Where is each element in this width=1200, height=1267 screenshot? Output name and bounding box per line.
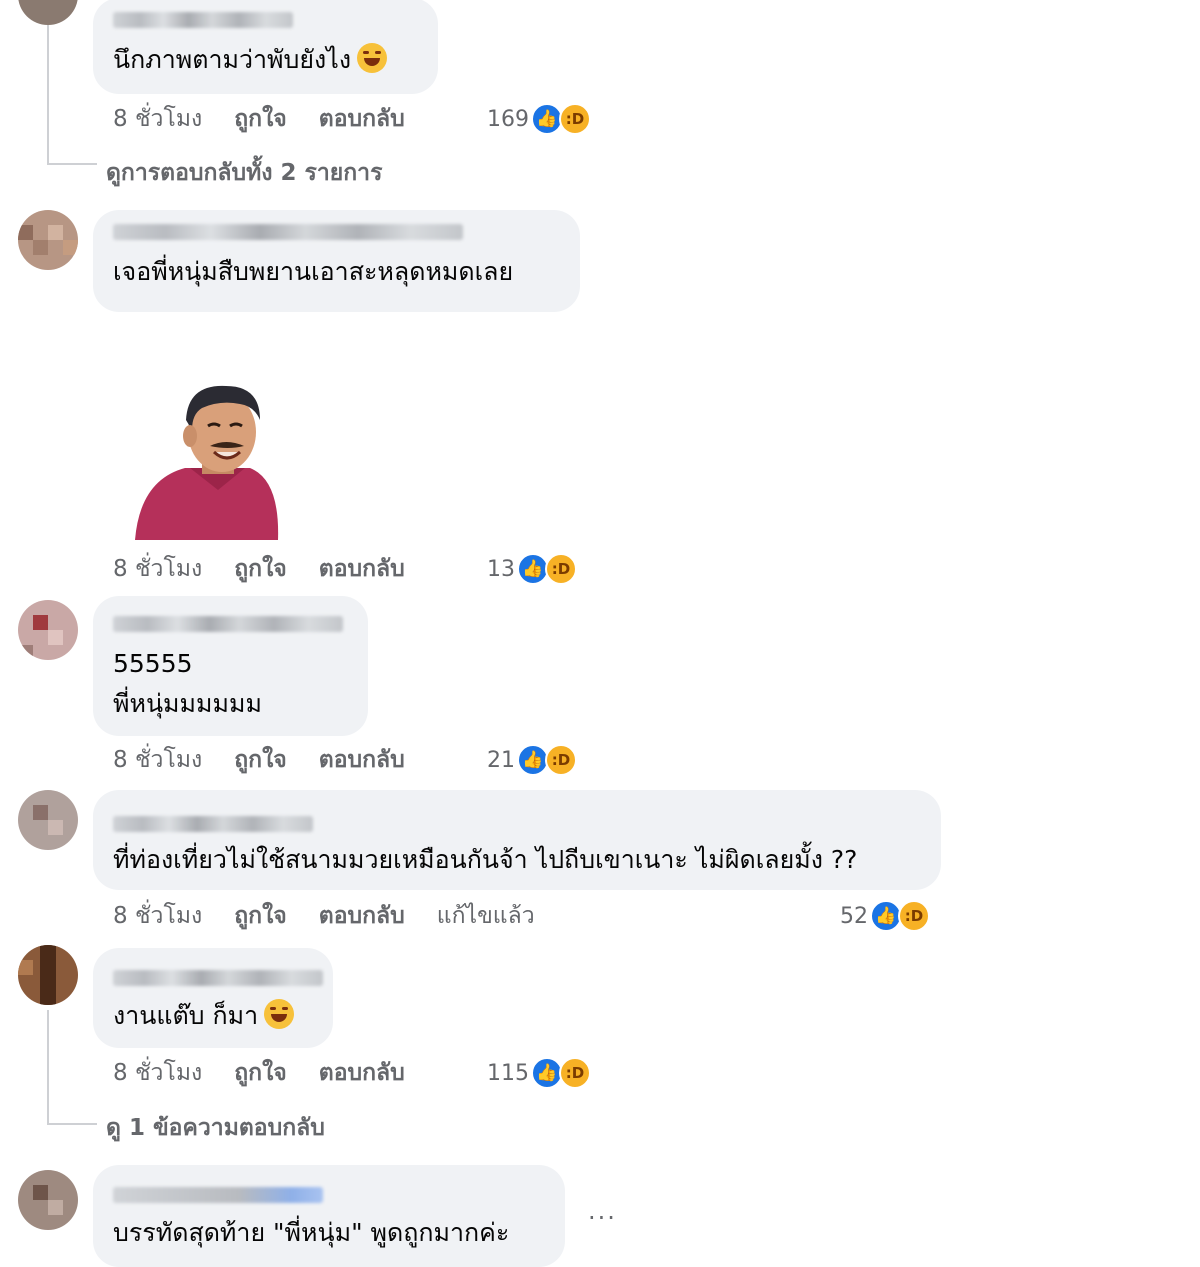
comment-bubble: งานแต๊บ ก็มา — [93, 948, 333, 1048]
comment-text: นึกภาพตามว่าพับยังไง — [113, 45, 352, 74]
commenter-avatar[interactable] — [18, 790, 78, 850]
reaction-summary[interactable]: 21 👍 :D — [487, 742, 577, 778]
sticker-image — [135, 385, 279, 540]
commenter-avatar[interactable] — [18, 0, 78, 25]
timestamp[interactable]: 8 ชั่วโมง — [113, 898, 202, 934]
reply-link[interactable]: ตอบกลับ — [319, 898, 405, 934]
comment-text: เจอพี่หนุ่มสืบพยานเอาสะหลุดหมดเลย — [113, 257, 514, 286]
commenter-avatar[interactable] — [18, 945, 78, 1005]
timestamp[interactable]: 8 ชั่วโมง — [113, 101, 202, 137]
comment-text: บรรทัดสุดท้าย "พี่หนุ่ม" พูดถูกมากค่ะ — [113, 1218, 510, 1247]
thread-connector — [47, 1123, 97, 1125]
comment-actions: 8 ชั่วโมง ถูกใจ ตอบกลับ แก้ไขแล้ว — [113, 898, 567, 934]
laughing-man-sticker[interactable] — [130, 380, 300, 545]
reply-link[interactable]: ตอบกลับ — [319, 101, 405, 137]
comment-text: ที่ท่องเที่ยวไม่ใช้สนามมวยเหมือนกันจ้า ไ… — [113, 845, 858, 874]
comment-actions: 8 ชั่วโมง ถูกใจ ตอบกลับ — [113, 1055, 437, 1091]
timestamp[interactable]: 8 ชั่วโมง — [113, 742, 202, 778]
comment-bubble: ที่ท่องเที่ยวไม่ใช้สนามมวยเหมือนกันจ้า ไ… — [93, 790, 941, 890]
comment-actions: 8 ชั่วโมง ถูกใจ ตอบกลับ — [113, 742, 437, 778]
comment-bubble: บรรทัดสุดท้าย "พี่หนุ่ม" พูดถูกมากค่ะ — [93, 1165, 565, 1267]
commenter-name-blurred[interactable] — [113, 970, 323, 986]
view-replies-link[interactable]: ดูการตอบกลับทั้ง 2 รายการ — [106, 155, 382, 191]
thread-connector — [47, 163, 97, 165]
reply-link[interactable]: ตอบกลับ — [319, 1055, 405, 1091]
reaction-count: 115 — [487, 1060, 529, 1086]
commenter-name-blurred[interactable] — [113, 1187, 323, 1203]
like-link[interactable]: ถูกใจ — [234, 101, 287, 137]
comment-text-line: พี่หนุ่มมมมมม — [113, 689, 262, 718]
reaction-count: 169 — [487, 106, 529, 132]
commenter-avatar[interactable] — [18, 600, 78, 660]
comment-bubble: นึกภาพตามว่าพับยังไง — [93, 0, 438, 94]
comment-text: งานแต๊บ ก็มา — [113, 1001, 259, 1030]
reaction-summary[interactable]: 52 👍 :D — [840, 898, 930, 934]
haha-icon: :D — [559, 1057, 591, 1089]
thread-connector — [47, 1010, 49, 1125]
haha-icon: :D — [545, 744, 577, 776]
more-options-button[interactable]: ... — [588, 1197, 617, 1225]
comment-actions: 8 ชั่วโมง ถูกใจ ตอบกลับ — [113, 551, 437, 587]
commenter-avatar[interactable] — [18, 210, 78, 270]
reaction-count: 13 — [487, 556, 515, 582]
timestamp[interactable]: 8 ชั่วโมง — [113, 551, 202, 587]
reply-link[interactable]: ตอบกลับ — [319, 742, 405, 778]
commenter-name-blurred[interactable] — [113, 224, 463, 240]
edited-label: แก้ไขแล้ว — [436, 903, 535, 929]
commenter-name-blurred[interactable] — [113, 816, 313, 832]
comment-text-line: 55555 — [113, 649, 193, 678]
timestamp[interactable]: 8 ชั่วโมง — [113, 1055, 202, 1091]
comment-actions: 8 ชั่วโมง ถูกใจ ตอบกลับ — [113, 101, 437, 137]
like-link[interactable]: ถูกใจ — [234, 898, 287, 934]
commenter-name-blurred[interactable] — [113, 12, 293, 28]
comment-bubble: 55555 พี่หนุ่มมมมมม — [93, 596, 368, 736]
reaction-count: 52 — [840, 903, 868, 929]
view-replies-link[interactable]: ดู 1 ข้อความตอบกลับ — [106, 1110, 325, 1146]
commenter-name-blurred[interactable] — [113, 616, 343, 632]
reply-link[interactable]: ตอบกลับ — [319, 551, 405, 587]
reaction-summary[interactable]: 169 👍 :D — [487, 101, 591, 137]
haha-emoji — [264, 999, 295, 1029]
reaction-count: 21 — [487, 747, 515, 773]
like-link[interactable]: ถูกใจ — [234, 1055, 287, 1091]
thread-connector — [47, 25, 49, 165]
reaction-summary[interactable]: 13 👍 :D — [487, 551, 577, 587]
commenter-avatar[interactable] — [18, 1170, 78, 1230]
comment-bubble: เจอพี่หนุ่มสืบพยานเอาสะหลุดหมดเลย — [93, 210, 580, 312]
haha-icon: :D — [545, 553, 577, 585]
haha-icon: :D — [898, 900, 930, 932]
reaction-summary[interactable]: 115 👍 :D — [487, 1055, 591, 1091]
like-link[interactable]: ถูกใจ — [234, 551, 287, 587]
haha-emoji — [357, 43, 388, 73]
like-link[interactable]: ถูกใจ — [234, 742, 287, 778]
haha-icon: :D — [559, 103, 591, 135]
